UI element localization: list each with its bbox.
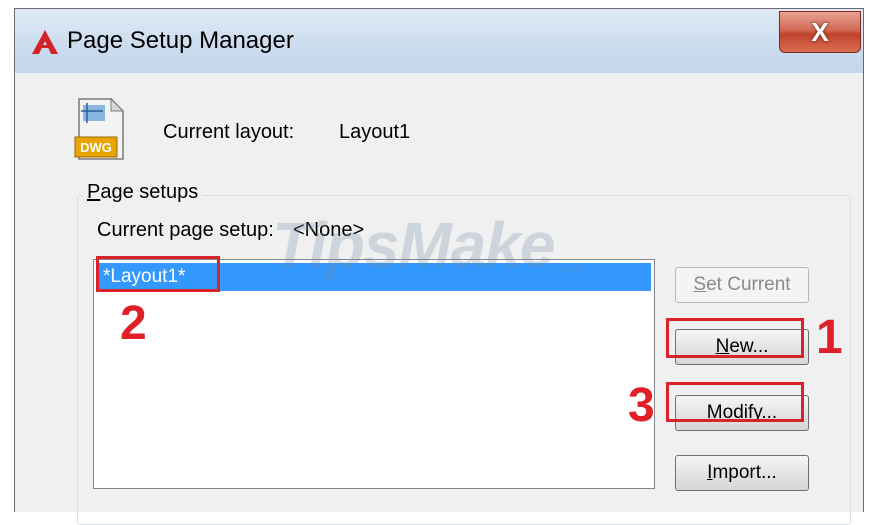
set-current-button[interactable]: Set Current [675,267,809,303]
step-3-label: 3 [628,379,655,432]
modify-accel: M [706,402,723,423]
modify-button[interactable]: Modify... [675,395,809,431]
current-page-setup-value: <None> [293,219,365,241]
modify-label: odify... [722,402,778,423]
import-label: mport... [712,462,777,483]
dialog-body: DWG Current layout: Layout1 Page setups … [21,73,857,525]
page-setups-list[interactable]: *Layout1* [93,259,655,489]
title-bar[interactable]: Page Setup Manager X [15,9,863,73]
page-setups-group-title: Page setups [83,181,203,204]
set-current-accel: S [693,274,707,295]
page-setups-title-rest: age setups [100,181,199,203]
import-button[interactable]: Import... [675,455,809,491]
new-button[interactable]: New... [675,329,809,365]
window-title: Page Setup Manager [67,27,294,54]
step-1-label: 1 [816,311,843,364]
close-button[interactable]: X [779,11,861,53]
step-2-label: 2 [120,297,147,350]
dwg-file-icon: DWG [74,97,125,160]
autocad-logo-icon [32,30,58,54]
current-page-setup-label: Current page setup: [97,219,274,241]
current-layout-value: Layout1 [339,121,411,143]
page-setup-manager-window: Page Setup Manager X DWG Current layout:… [14,8,864,525]
list-item-layout1[interactable]: *Layout1* [97,263,651,291]
new-label: ew... [729,336,769,357]
dwg-icon-label: DWG [80,140,112,155]
close-icon: X [811,16,829,47]
current-layout-label: Current layout: [163,121,295,143]
set-current-label: et Current [706,274,791,295]
new-accel: N [715,336,730,357]
